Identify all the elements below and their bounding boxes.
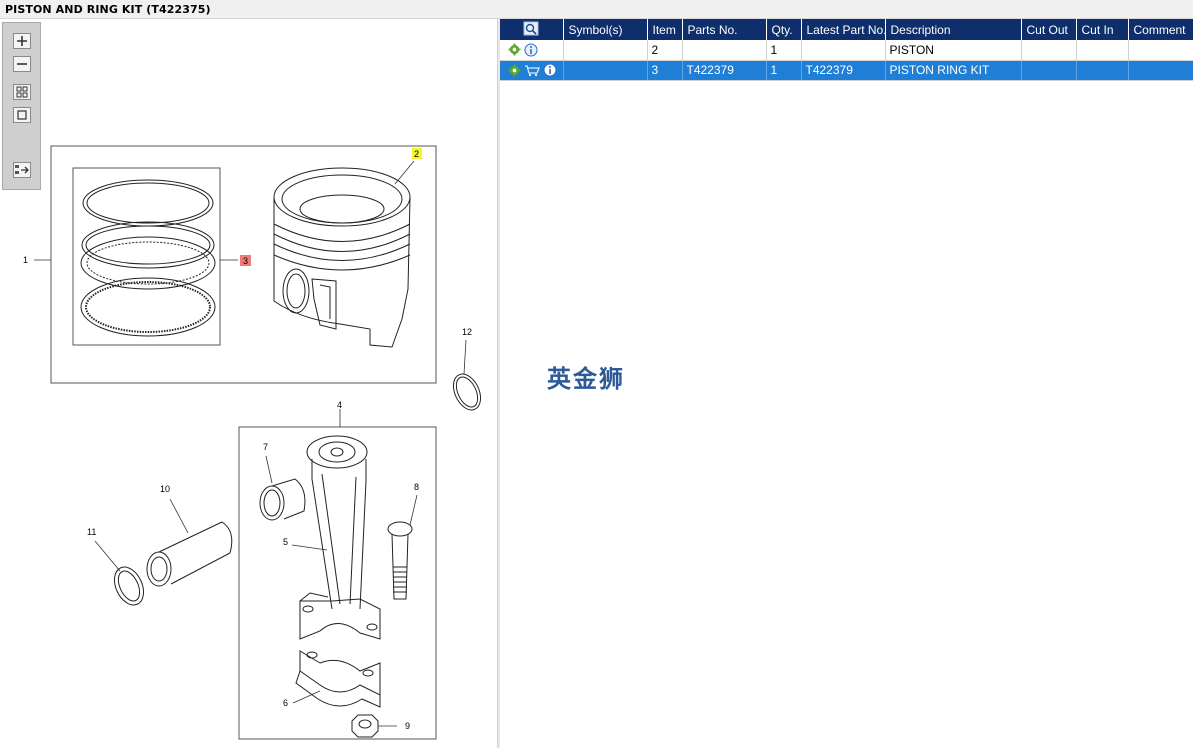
callout-1[interactable]: 1	[23, 255, 28, 265]
cell-comment	[1128, 60, 1193, 81]
cell-qty: 1	[766, 60, 802, 81]
callout-6[interactable]: 6	[283, 698, 288, 708]
fit-all-button[interactable]	[13, 84, 31, 100]
gear-icon[interactable]	[508, 63, 521, 77]
list-view-button[interactable]	[13, 162, 31, 178]
connecting-rod	[295, 435, 381, 708]
column-header-description[interactable]: Description	[885, 19, 1022, 40]
cell-part-no	[682, 40, 767, 61]
cell-cut-in	[1076, 40, 1129, 61]
exploded-diagram[interactable]: 1 2 3 4 5 6 7 8 9 10 11 12	[0, 19, 497, 748]
parts-table: Symbol(s) Item Parts No. Qty. Latest Par…	[500, 19, 1193, 81]
table-header-row: Symbol(s) Item Parts No. Qty. Latest Par…	[500, 19, 1193, 40]
cell-latest-part-no	[801, 40, 886, 61]
fit-page-icon	[17, 110, 27, 120]
zoom-out-icon	[17, 63, 27, 65]
callout-7[interactable]: 7	[263, 442, 268, 452]
cell-item: 2	[647, 40, 683, 61]
gear-icon[interactable]	[508, 43, 521, 56]
callout-2[interactable]: 2	[414, 149, 419, 159]
row-actions-cell	[500, 40, 564, 61]
conrod-nut	[351, 714, 379, 738]
fit-all-icon	[16, 86, 28, 98]
zoom-in-button[interactable]	[13, 33, 31, 49]
callout-12[interactable]: 12	[462, 327, 472, 337]
info-icon[interactable]	[543, 63, 557, 77]
cell-cut-in	[1076, 60, 1129, 81]
app-window: PISTON AND RING KIT (T422375) 1 2 3 4 5 …	[0, 0, 1193, 748]
piston-drawing	[273, 167, 411, 348]
cell-symbols	[563, 40, 648, 61]
zoom-toolbox	[2, 22, 41, 190]
column-header-cut-in[interactable]: Cut In	[1076, 19, 1129, 40]
diagram-pane[interactable]: 1 2 3 4 5 6 7 8 9 10 11 12	[0, 19, 497, 748]
callout-3[interactable]: 3	[243, 256, 248, 266]
callout-9[interactable]: 9	[405, 721, 410, 731]
column-header-item[interactable]: Item	[647, 19, 683, 40]
column-header-qty[interactable]: Qty.	[766, 19, 802, 40]
column-header-latest-part-no[interactable]: Latest Part No.	[801, 19, 886, 40]
table-row-selected[interactable]: 3 T422379 1 T422379 PISTON RING KIT	[500, 60, 1193, 81]
column-header-part-no[interactable]: Parts No.	[682, 19, 767, 40]
watermark-logo: 英金狮	[547, 365, 625, 393]
column-header-cut-out[interactable]: Cut Out	[1021, 19, 1077, 40]
callout-5[interactable]: 5	[283, 537, 288, 547]
table-row[interactable]: 2 1 PISTON	[500, 40, 1193, 61]
conrod-bolt	[387, 521, 413, 600]
fit-page-button[interactable]	[13, 107, 31, 123]
parts-list-pane: Symbol(s) Item Parts No. Qty. Latest Par…	[500, 19, 1193, 748]
cell-symbols	[563, 60, 648, 81]
list-view-icon	[15, 165, 29, 174]
circlip-12	[452, 373, 482, 411]
zoom-out-button[interactable]	[13, 56, 31, 72]
small-end-bush	[259, 478, 306, 521]
cell-qty: 1	[766, 40, 802, 61]
column-header-comment[interactable]: Comment	[1128, 19, 1193, 40]
row-actions-cell	[500, 60, 564, 81]
search-icon	[523, 21, 539, 35]
cell-part-no: T422379	[682, 60, 767, 81]
cell-comment	[1128, 40, 1193, 61]
page-title: PISTON AND RING KIT (T422375)	[5, 3, 211, 16]
cell-description: PISTON	[885, 40, 1022, 61]
cell-cut-out	[1021, 40, 1077, 61]
callout-10[interactable]: 10	[160, 484, 170, 494]
callout-11[interactable]: 11	[87, 527, 96, 537]
cell-latest-part-no: T422379	[801, 60, 886, 81]
zoom-in-icon	[17, 36, 27, 46]
cell-description: PISTON RING KIT	[885, 60, 1022, 81]
cell-cut-out	[1021, 60, 1077, 81]
circlip-11	[113, 566, 145, 606]
piston-rings	[80, 179, 216, 337]
column-header-search[interactable]	[500, 19, 564, 40]
callout-4[interactable]: 4	[337, 400, 342, 410]
callout-8[interactable]: 8	[414, 482, 419, 492]
column-header-symbols[interactable]: Symbol(s)	[563, 19, 648, 40]
cart-icon[interactable]	[524, 64, 540, 77]
cell-item: 3	[647, 60, 683, 81]
info-icon[interactable]	[524, 43, 538, 57]
title-bar: PISTON AND RING KIT (T422375)	[0, 0, 1193, 19]
piston-pin	[146, 521, 233, 587]
